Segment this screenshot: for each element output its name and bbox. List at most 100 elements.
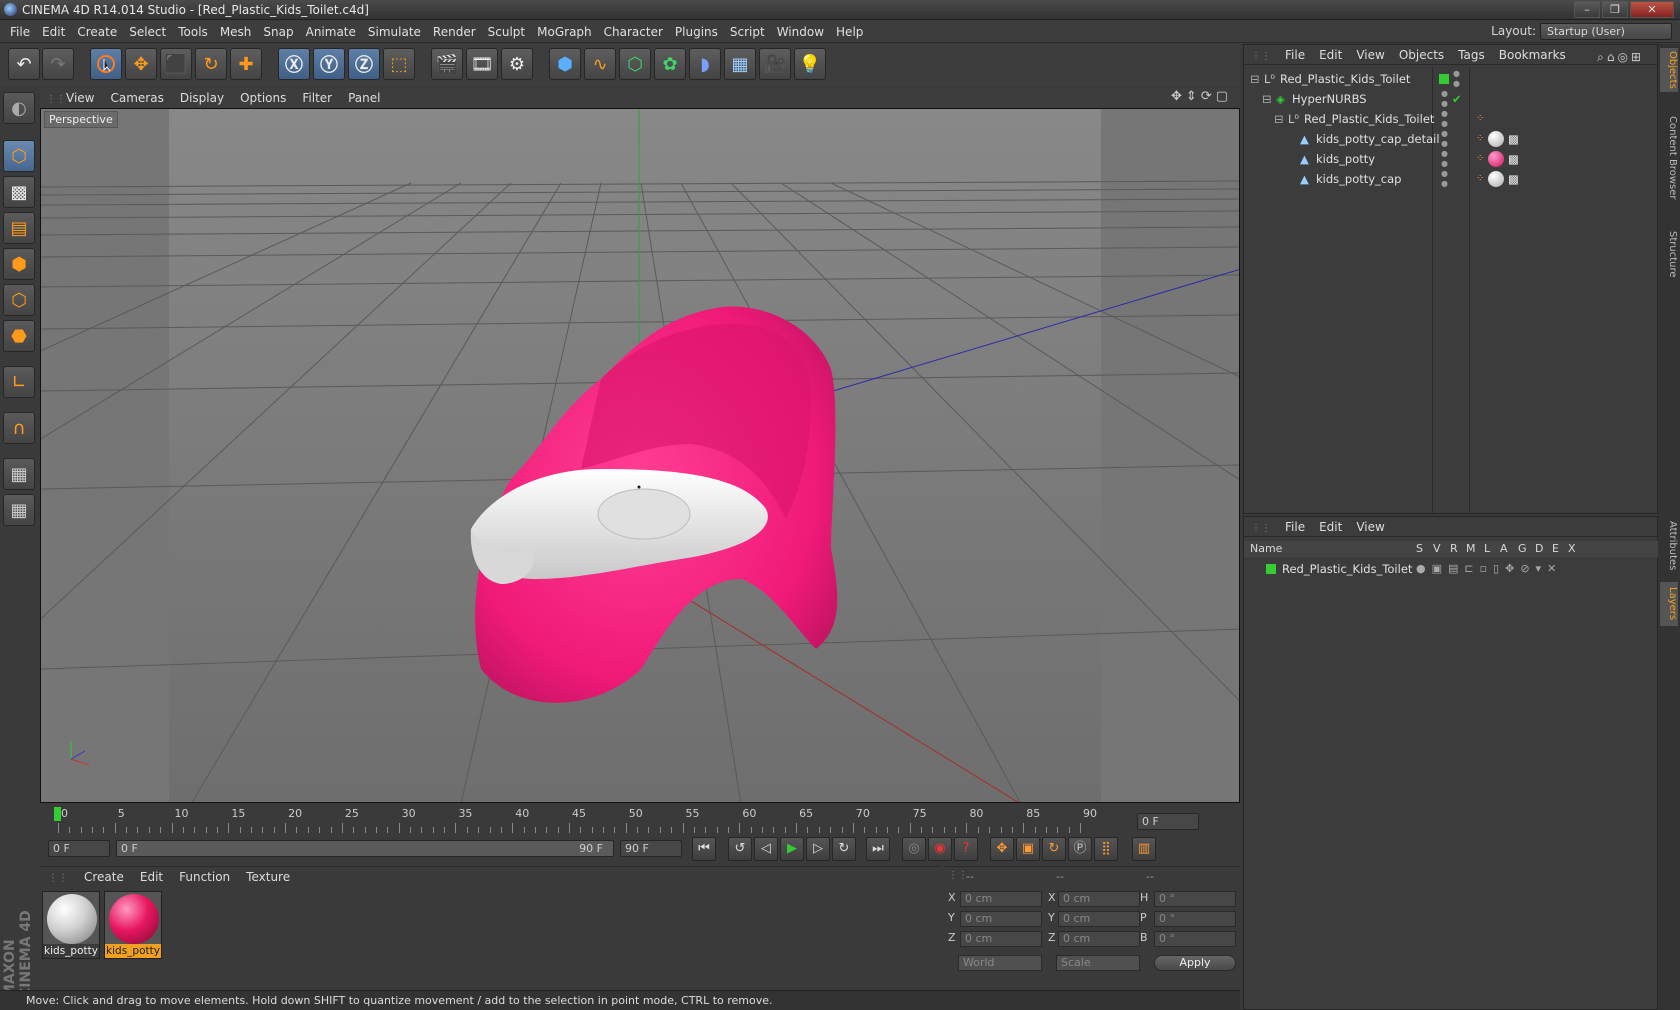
viewport-menu-display[interactable]: Display [172, 88, 232, 108]
tree-row[interactable]: ▲ kids_potty_cap_detail ● ● ⁘ ▩ [1244, 129, 1658, 149]
layer-menu-file[interactable]: File [1278, 517, 1312, 537]
current-frame-field[interactable]: 0 F [1137, 813, 1199, 830]
next-frame-icon[interactable]: ▷ [806, 837, 830, 861]
menu-edit[interactable]: Edit [36, 21, 71, 43]
tab-layers[interactable]: Layers [1660, 582, 1678, 626]
search-home-icons[interactable]: ⌕⌂◎⊞ [1590, 47, 1651, 67]
size-y-field[interactable]: 0 cm [1058, 911, 1140, 927]
layer-toggle-icons[interactable]: ●▣▤⊏▫▯✥⊘▾✕ [1416, 559, 1562, 579]
material-tag-icon[interactable] [1488, 131, 1504, 147]
obj-menu-view[interactable]: View [1349, 45, 1391, 65]
viewport-menu-cameras[interactable]: Cameras [102, 88, 171, 108]
floor-environment-icon[interactable]: ▦ [724, 48, 756, 80]
texture-mode-icon[interactable]: ▩ [3, 176, 35, 208]
undo-icon[interactable]: ↶ [8, 48, 40, 80]
planar-workplane-icon[interactable]: ▦ [3, 494, 35, 526]
viewport-menu-filter[interactable]: Filter [294, 88, 340, 108]
maximize-button[interactable]: ❐ [1602, 1, 1628, 18]
rotation-h-field[interactable]: 0 ° [1154, 891, 1236, 907]
material-tag-icon[interactable] [1488, 171, 1504, 187]
start-frame-field[interactable]: 0 F [48, 840, 110, 857]
material-tag-icon[interactable] [1488, 151, 1504, 167]
record-active-icon[interactable]: ◎ [902, 837, 926, 861]
collapse-icon[interactable]: ⊟ [1274, 109, 1284, 129]
tree-row[interactable]: ▲ kids_potty ● ● ⁘ ▩ [1244, 149, 1658, 169]
menu-help[interactable]: Help [830, 21, 869, 43]
collapse-icon[interactable]: ⊟ [1250, 69, 1260, 89]
key-scale-icon[interactable]: ▣ [1016, 837, 1040, 861]
tree-row[interactable]: ⊟ ◈ HyperNURBS ● ● ✔ [1244, 89, 1658, 109]
autokey-icon[interactable]: ◉ [928, 837, 952, 861]
workplane-mode-icon[interactable]: ▤ [3, 212, 35, 244]
goto-start-icon[interactable]: ⏮ [692, 837, 716, 861]
enabled-check-icon[interactable]: ✔ [1452, 89, 1462, 109]
key-parameter-icon[interactable]: Ⓟ [1068, 837, 1092, 861]
visibility-dots[interactable]: ● ● [1441, 89, 1448, 109]
previous-frame-icon[interactable]: ◁ [754, 837, 778, 861]
texture-tag-icon[interactable]: ▩ [1508, 129, 1519, 149]
scale-tool-icon[interactable]: ⬛ [160, 48, 192, 80]
apply-button[interactable]: Apply [1154, 955, 1236, 971]
axis-mode-icon[interactable]: ∟ [3, 366, 35, 398]
minimize-button[interactable]: – [1574, 1, 1600, 18]
obj-menu-objects[interactable]: Objects [1392, 45, 1451, 65]
visibility-dots[interactable]: ● ● [1441, 149, 1448, 169]
menu-snap[interactable]: Snap [257, 21, 299, 43]
layer-row[interactable]: Red_Plastic_Kids_Toilet ●▣▤⊏▫▯✥⊘▾✕ [1244, 559, 1658, 579]
points-mode-icon[interactable]: ⬢ [3, 248, 35, 280]
tab-structure[interactable]: Structure [1660, 224, 1678, 284]
render-picture-viewer-icon[interactable]: 🎞 [466, 48, 498, 80]
menu-mesh[interactable]: Mesh [214, 21, 258, 43]
move-tool-icon[interactable]: ✥ [125, 48, 157, 80]
live-selection-icon[interactable] [90, 48, 122, 80]
previous-key-icon[interactable]: ↺ [728, 837, 752, 861]
visibility-dots[interactable]: ● ● [1441, 109, 1448, 129]
spline-pen-icon[interactable]: ∿ [584, 48, 616, 80]
key-rotation-icon[interactable]: ↻ [1042, 837, 1066, 861]
tree-row[interactable]: ▲ kids_potty_cap ● ● ⁘ ▩ [1244, 169, 1658, 189]
obj-menu-tags[interactable]: Tags [1451, 45, 1492, 65]
x-axis-lock-icon[interactable]: Ⓧ [278, 48, 310, 80]
perspective-viewport[interactable]: Perspective [40, 108, 1240, 803]
frame-range-slider[interactable]: 0 F 90 F [116, 840, 614, 857]
deformer-icon[interactable]: ◗ [689, 48, 721, 80]
camera-icon[interactable]: 🎥 [759, 48, 791, 80]
menu-tools[interactable]: Tools [172, 21, 214, 43]
material-menu-function[interactable]: Function [171, 867, 238, 887]
timeline-ruler[interactable]: 0 5 10 15 20 25 30 35 40 45 50 55 60 65 70 75 80 85 90 0 F [40, 805, 1240, 835]
coordinate-system-icon[interactable]: ⬚ [383, 48, 415, 80]
timeline-window-icon[interactable]: ▥ [1132, 837, 1156, 861]
tab-objects[interactable]: Objects [1660, 48, 1678, 92]
model-mode-icon[interactable]: ⬡ [3, 140, 35, 172]
rotate-tool-icon[interactable]: ↻ [195, 48, 227, 80]
z-axis-lock-icon[interactable]: Ⓩ [348, 48, 380, 80]
array-icon[interactable]: ✿ [654, 48, 686, 80]
material-menu-edit[interactable]: Edit [132, 867, 171, 887]
redo-icon[interactable]: ↷ [42, 48, 74, 80]
menu-window[interactable]: Window [771, 21, 830, 43]
menu-create[interactable]: Create [71, 21, 123, 43]
visibility-dots[interactable]: ● ● [1441, 169, 1448, 189]
layer-menu-view[interactable]: View [1349, 517, 1391, 537]
menu-plugins[interactable]: Plugins [669, 21, 724, 43]
menu-script[interactable]: Script [724, 21, 771, 43]
key-pla-icon[interactable]: ⣿ [1094, 837, 1118, 861]
texture-tag-icon[interactable]: ▩ [1508, 149, 1519, 169]
nurbs-icon[interactable]: ⬡ [619, 48, 651, 80]
size-mode-dropdown[interactable]: Scale [1056, 955, 1140, 971]
material-swatch[interactable]: kids_potty [42, 891, 100, 959]
rotation-b-field[interactable]: 0 ° [1154, 931, 1236, 947]
menu-character[interactable]: Character [598, 21, 669, 43]
material-swatch-selected[interactable]: kids_potty [104, 891, 162, 959]
next-key-icon[interactable]: ↻ [832, 837, 856, 861]
tab-content-browser[interactable]: Content Browser [1660, 98, 1678, 218]
recent-tools-icon[interactable]: ✚ [230, 48, 262, 80]
workplane-lock-icon[interactable]: ▦ [3, 458, 35, 490]
cube-primitive-icon[interactable]: ⬢ [549, 48, 581, 80]
obj-menu-edit[interactable]: Edit [1312, 45, 1349, 65]
viewport-menu-panel[interactable]: Panel [340, 88, 388, 108]
layer-color-swatch[interactable] [1266, 564, 1276, 574]
make-editable-icon[interactable]: ◐ [3, 92, 35, 124]
goto-end-icon[interactable]: ⏭ [866, 837, 890, 861]
position-y-field[interactable]: 0 cm [960, 911, 1042, 927]
